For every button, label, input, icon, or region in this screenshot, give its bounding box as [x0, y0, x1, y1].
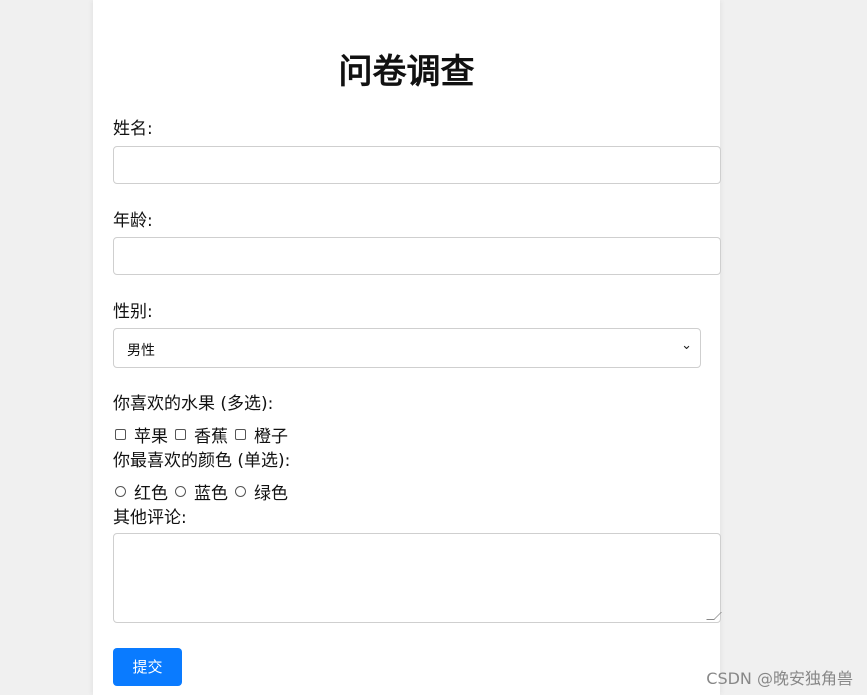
fruit-checkbox-apple[interactable]	[115, 429, 126, 440]
gender-label: 性别:	[113, 302, 153, 322]
gender-select[interactable]: 男性 ⌄	[113, 328, 701, 368]
color-option-label: 红色	[134, 484, 168, 504]
fruit-option-label: 苹果	[134, 427, 168, 447]
name-input[interactable]	[113, 146, 721, 184]
name-label: 姓名:	[113, 119, 153, 139]
page-title: 问卷调查	[338, 52, 475, 92]
survey-form-card: 问卷调查 姓名: 年龄: 性别: 男性 ⌄ 你喜欢的水果 (多选): 苹果 香蕉…	[93, 0, 722, 695]
comment-label: 其他评论:	[113, 508, 187, 528]
color-label: 你最喜欢的颜色 (单选):	[113, 451, 291, 471]
watermark: CSDN @晚安独角兽	[706, 669, 853, 688]
color-option-label: 蓝色	[194, 484, 228, 504]
color-radio-red[interactable]	[115, 486, 126, 497]
fruit-option-label: 香蕉	[194, 427, 228, 447]
chevron-down-icon: ⌄	[681, 338, 692, 353]
age-input[interactable]	[113, 237, 721, 275]
fruit-options: 苹果 香蕉 橙子	[115, 422, 295, 447]
color-options: 红色 蓝色 绿色	[115, 479, 295, 504]
age-label: 年龄:	[113, 211, 153, 231]
comment-textarea[interactable]	[113, 533, 722, 623]
fruit-checkbox-banana[interactable]	[175, 429, 186, 440]
fruit-label: 你喜欢的水果 (多选):	[113, 394, 274, 414]
color-radio-blue[interactable]	[175, 486, 186, 497]
color-option-label: 绿色	[254, 484, 288, 504]
submit-button[interactable]: 提交	[113, 648, 182, 686]
color-radio-green[interactable]	[235, 486, 246, 497]
resize-grip-icon[interactable]	[706, 612, 722, 620]
fruit-option-label: 橙子	[254, 427, 288, 447]
fruit-checkbox-orange[interactable]	[235, 429, 246, 440]
gender-select-value: 男性	[127, 343, 155, 359]
